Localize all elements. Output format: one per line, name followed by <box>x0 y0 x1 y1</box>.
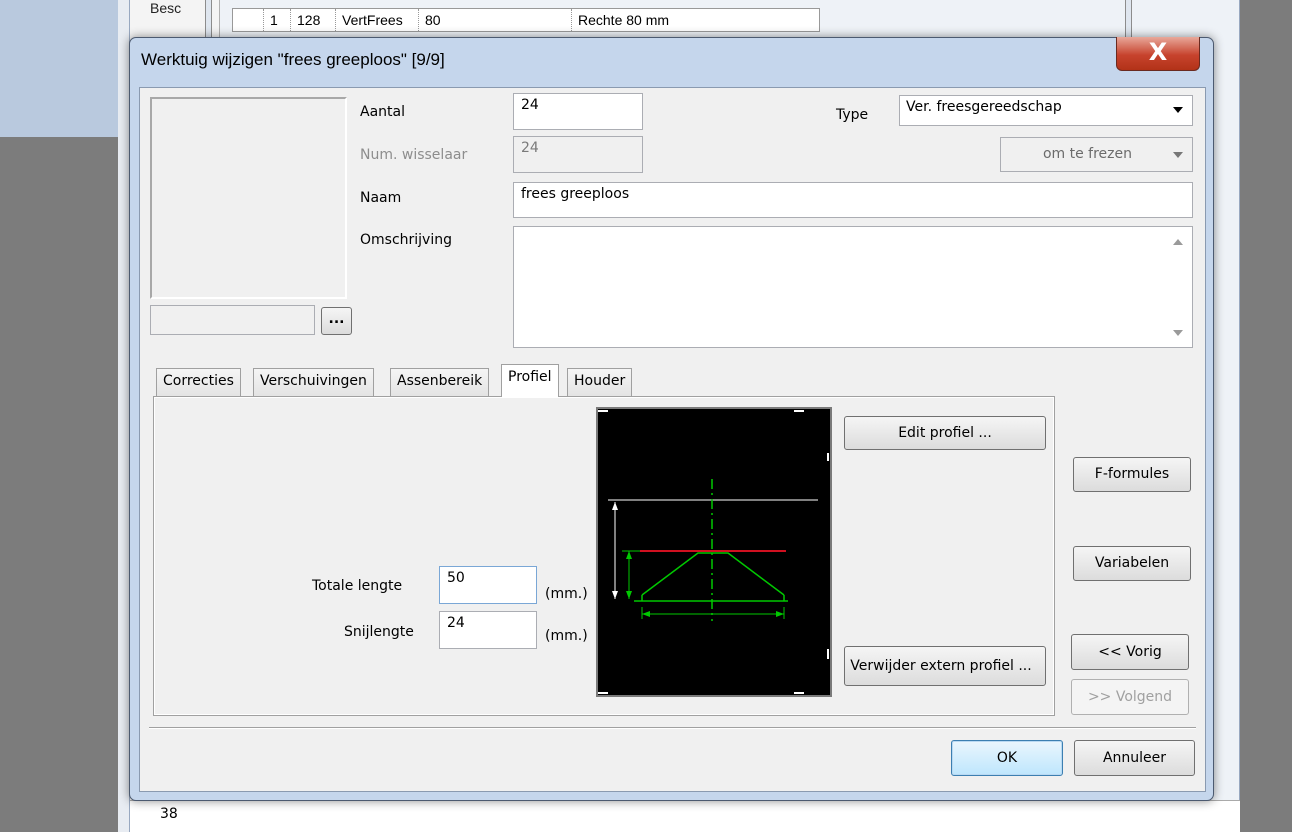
dimension-arrow <box>626 591 632 599</box>
type-select[interactable]: Ver. freesgereedschap <box>899 95 1193 126</box>
dimension-arrow <box>626 551 632 559</box>
num-wisselaar-label: Num. wisselaar <box>360 147 468 163</box>
subtype-select: om te frezen <box>1000 137 1193 172</box>
background-grid-row[interactable]: 1 128 VertFrees 80 Rechte 80 mm <box>232 8 820 32</box>
dialog-title: Werktuig wijzigen "frees greeploos" [9/9… <box>141 50 445 69</box>
cancel-button[interactable]: Annuleer <box>1074 740 1195 776</box>
previous-button[interactable]: << Vorig <box>1071 634 1189 670</box>
footer-separator <box>149 727 1196 729</box>
snijlengte-unit: (mm.) <box>545 628 588 644</box>
tool-profile-outline <box>641 552 785 596</box>
num-wisselaar-field: 24 <box>513 136 643 173</box>
remove-external-profile-button[interactable]: Verwijder extern profiel ... <box>844 646 1046 686</box>
naam-label: Naam <box>360 190 402 206</box>
grid-cell: VertFrees <box>336 9 419 31</box>
tab-houder[interactable]: Houder <box>567 368 633 397</box>
subtype-select-value: om te frezen <box>1042 146 1132 162</box>
grid-cell: 128 <box>291 9 336 31</box>
browse-image-button[interactable]: ... <box>321 307 352 335</box>
type-label: Type <box>836 107 869 123</box>
close-button[interactable]: X <box>1116 37 1200 71</box>
dimension-arrow <box>612 502 618 510</box>
background-row-label: Besc <box>150 0 182 16</box>
totale-lengte-unit: (mm.) <box>545 586 588 602</box>
aantal-label: Aantal <box>360 104 405 120</box>
tab-assenbereik[interactable]: Assenbereik <box>390 368 490 397</box>
image-path-field <box>150 305 315 335</box>
type-select-value: Ver. freesgereedschap <box>906 99 1062 115</box>
dimension-arrow <box>612 591 618 599</box>
grid-cell: 1 <box>264 9 291 31</box>
background-row-number: 38 <box>160 806 178 822</box>
grid-cell: Rechte 80 mm <box>578 12 670 28</box>
dimension-arrow <box>776 611 784 617</box>
snijlengte-label: Snijlengte <box>344 624 414 640</box>
tab-correcties[interactable]: Correcties <box>156 368 241 397</box>
snijlengte-field[interactable]: 24 <box>439 611 537 649</box>
profile-drawing-canvas <box>596 407 832 697</box>
chevron-down-icon <box>1173 152 1183 158</box>
close-icon: X <box>1148 38 1168 66</box>
variabelen-button[interactable]: Variabelen <box>1073 546 1191 581</box>
totale-lengte-field[interactable]: 50 <box>439 566 537 604</box>
scroll-up-icon[interactable] <box>1172 239 1183 245</box>
naam-field[interactable]: frees greeploos <box>513 182 1193 218</box>
omschrijving-scrollbar[interactable] <box>1163 227 1192 347</box>
background-right-gray <box>1240 0 1292 832</box>
tool-profile-drawing <box>598 410 829 694</box>
tool-image-preview <box>150 97 347 299</box>
dimension-arrow <box>642 611 650 617</box>
grid-cell: 80 <box>419 9 572 31</box>
next-button: >> Volgend <box>1071 679 1189 715</box>
chevron-down-icon <box>1173 107 1183 113</box>
background-bottom-row <box>130 800 1240 832</box>
tab-profiel[interactable]: Profiel <box>501 364 559 397</box>
edit-profile-button[interactable]: Edit profiel ... <box>844 416 1046 450</box>
ok-button[interactable]: OK <box>951 740 1063 776</box>
f-formules-button[interactable]: F-formules <box>1073 457 1191 492</box>
omschrijving-label: Omschrijving <box>360 232 452 248</box>
omschrijving-textarea[interactable] <box>513 226 1193 348</box>
totale-lengte-label: Totale lengte <box>312 578 403 594</box>
tab-verschuivingen[interactable]: Verschuivingen <box>253 368 374 397</box>
aantal-field[interactable]: 24 <box>513 93 643 130</box>
scroll-down-icon[interactable] <box>1172 330 1183 336</box>
